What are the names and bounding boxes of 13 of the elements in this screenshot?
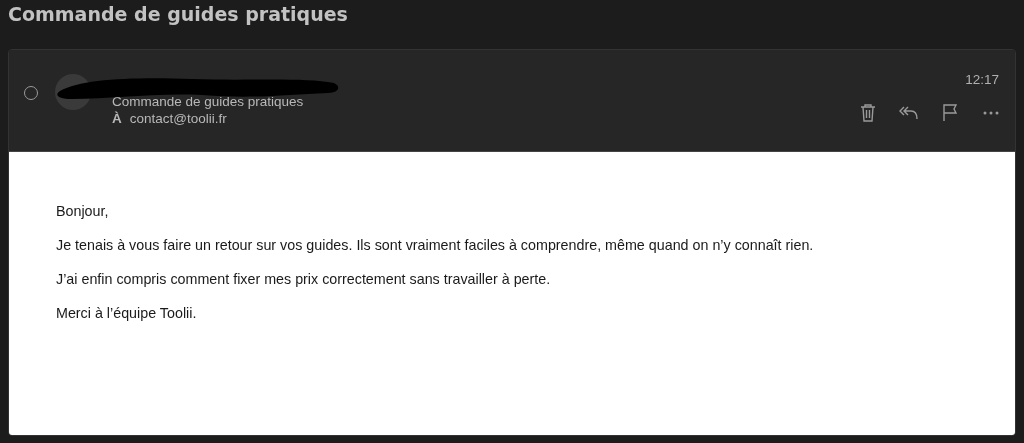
message-paragraph: J’ai enfin compris comment fixer mes prix correctement sans travailler à perte.	[56, 270, 552, 289]
more-icon	[982, 111, 999, 115]
recipient-label: À	[112, 111, 122, 126]
message-time: 12:17	[965, 72, 999, 87]
message-paragraph: Je tenais à vous faire un retour sur vos guides. Ils sont vraiment faciles à comprendre, même quand on n’y connaît rien.	[56, 236, 815, 255]
message-paragraph: Merci à l’équipe Toolii.	[56, 304, 198, 323]
message-paragraph: Bonjour,	[56, 202, 110, 221]
recipient-address: contact@toolii.fr	[129, 111, 227, 126]
conversation-title: Commande de guides pratiques	[8, 2, 349, 27]
message-subject: Commande de guides pratiques	[112, 94, 304, 109]
reply-all-icon	[898, 106, 919, 120]
flag-icon	[941, 104, 958, 122]
trash-icon	[859, 104, 876, 122]
